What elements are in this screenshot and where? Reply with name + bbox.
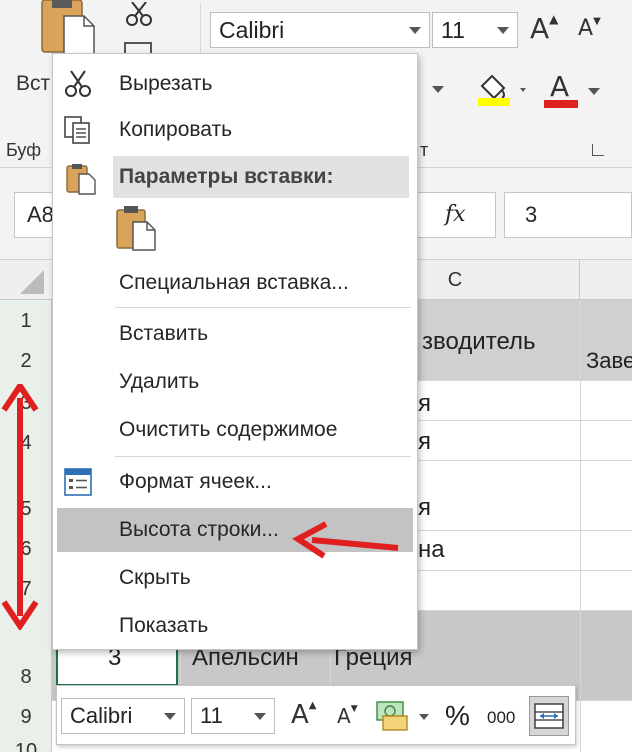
chevron-down-icon[interactable]: [497, 27, 509, 34]
cell-c1[interactable]: зводитель: [422, 328, 536, 356]
font-name-combo[interactable]: Calibri: [210, 12, 430, 48]
formula-input[interactable]: 3: [504, 192, 632, 238]
chevron-down-icon[interactable]: [254, 713, 266, 720]
accounting-format-icon[interactable]: [375, 698, 415, 734]
shrink-font-button[interactable]: A▼: [578, 16, 601, 41]
percent-style-button[interactable]: %: [445, 700, 470, 732]
mini-shrink-font-button[interactable]: A▼: [337, 704, 358, 728]
header-cell-d1: [580, 300, 632, 340]
font-color-letter: A: [550, 70, 570, 103]
cell-c4[interactable]: я: [418, 428, 431, 456]
row-header-9[interactable]: 9: [0, 706, 52, 729]
comma-style-button[interactable]: 000: [487, 708, 515, 728]
font-name-value: Calibri: [219, 17, 285, 43]
dialog-launcher-icon[interactable]: [592, 144, 604, 156]
menu-separator: [115, 456, 411, 457]
cell-c5[interactable]: я: [418, 494, 431, 522]
menu-item-copy[interactable]: Копировать: [53, 108, 417, 152]
menu-item-cut[interactable]: Вырезать: [53, 62, 417, 106]
mini-font-size-value: 11: [200, 703, 223, 728]
row-header-8[interactable]: 8: [0, 666, 52, 689]
paste-option-icon[interactable]: [115, 204, 159, 252]
mini-font-name-value: Calibri: [70, 703, 133, 728]
font-size-value: 11: [441, 17, 465, 43]
font-color-button[interactable]: A: [544, 70, 604, 110]
paste-options-header-label: Параметры вставки:: [119, 165, 334, 188]
menu-item-copy-label: Копировать: [119, 118, 233, 141]
shrink-font-letter: A: [578, 16, 594, 41]
mini-shrink-font-letter: A: [337, 704, 351, 728]
cell-c6[interactable]: на: [418, 536, 445, 564]
copy-icon: [64, 116, 90, 144]
menu-item-unhide-label: Показать: [119, 614, 209, 637]
menu-item-insert-label: Вставить: [119, 322, 209, 345]
menu-item-format-cells[interactable]: Формат ячеек...: [53, 460, 417, 504]
menu-item-clear-contents[interactable]: Очистить содержимое: [53, 408, 417, 452]
function-button[interactable]: fx: [416, 192, 496, 238]
grid-line: [580, 300, 581, 752]
column-header-c-label: C: [447, 269, 463, 291]
chevron-down-icon[interactable]: [588, 88, 600, 95]
chevron-down-icon[interactable]: [164, 713, 176, 720]
column-width-icon: [534, 703, 564, 729]
row-header-1[interactable]: 1: [0, 310, 52, 333]
mini-font-name-combo[interactable]: Calibri: [61, 698, 185, 734]
menu-item-delete-label: Удалить: [119, 370, 200, 393]
cell-d2[interactable]: Заве: [586, 348, 632, 374]
menu-item-cut-label: Вырезать: [119, 72, 213, 95]
paste-icon[interactable]: [38, 0, 98, 60]
menu-item-delete[interactable]: Удалить: [53, 360, 417, 404]
menu-item-paste-special-label: Специальная вставка...: [119, 271, 349, 294]
scissors-icon: [65, 70, 91, 97]
font-color-swatch: [544, 100, 578, 108]
pointer-arrow: [292, 521, 399, 559]
font-group-label: т: [420, 140, 429, 160]
menu-item-hide-label: Скрыть: [119, 566, 191, 589]
mini-font-size-combo[interactable]: 11: [191, 698, 275, 734]
menu-item-hide[interactable]: Скрыть: [53, 556, 417, 600]
menu-item-clear-contents-label: Очистить содержимое: [119, 418, 338, 441]
row-header-10[interactable]: 10: [0, 740, 52, 752]
cell-c3[interactable]: я: [418, 390, 431, 418]
clipboard-group-label: Буф: [6, 140, 42, 160]
mini-toolbar: Calibri 11 A▲ A▼ % 000: [56, 685, 576, 745]
menu-separator: [115, 307, 411, 308]
menu-item-unhide[interactable]: Показать: [53, 604, 417, 648]
cut-icon[interactable]: [124, 1, 154, 28]
borders-dropdown-icon[interactable]: [432, 86, 444, 93]
paste-options-header: Параметры вставки:: [113, 156, 409, 198]
format-cells-icon: [64, 468, 92, 496]
paste-button-label[interactable]: Вст: [16, 72, 50, 96]
chevron-down-icon[interactable]: [409, 27, 421, 34]
menu-item-format-cells-label: Формат ячеек...: [119, 470, 272, 493]
row-height-double-arrow: [1, 384, 39, 630]
menu-item-paste-special[interactable]: Специальная вставка...: [53, 261, 417, 305]
menu-item-insert[interactable]: Вставить: [53, 312, 417, 356]
fill-color-button[interactable]: [476, 72, 536, 108]
select-all-corner[interactable]: [20, 270, 44, 294]
chevron-down-icon[interactable]: [419, 714, 429, 720]
column-width-button[interactable]: [529, 696, 569, 736]
mini-grow-font-button[interactable]: A▲: [291, 700, 317, 730]
grow-font-letter: A: [530, 12, 550, 45]
font-size-combo[interactable]: 11: [432, 12, 518, 48]
menu-item-row-height-label: Высота строки...: [119, 518, 279, 541]
mini-grow-font-letter: A: [291, 700, 309, 730]
fx-icon: fx: [445, 202, 466, 227]
clipboard-icon: [66, 164, 96, 195]
row-header-2[interactable]: 2: [0, 350, 52, 373]
grow-font-button[interactable]: A▲: [530, 12, 558, 45]
